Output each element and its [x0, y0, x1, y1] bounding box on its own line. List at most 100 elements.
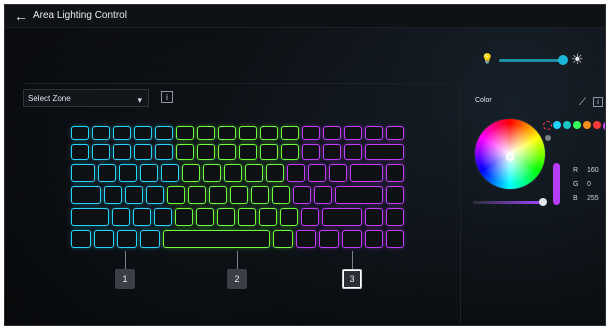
- key[interactable]: [365, 144, 404, 160]
- preset-none[interactable]: [543, 121, 552, 130]
- rgb-g-value[interactable]: 0: [587, 181, 591, 188]
- key[interactable]: [176, 144, 194, 160]
- key[interactable]: [71, 164, 95, 182]
- key[interactable]: [104, 186, 122, 204]
- back-arrow-icon[interactable]: ←: [13, 8, 29, 24]
- key[interactable]: [386, 164, 404, 182]
- key[interactable]: [203, 164, 221, 182]
- eyedropper-icon[interactable]: ⟋: [579, 97, 586, 108]
- key[interactable]: [273, 230, 293, 248]
- key[interactable]: [133, 208, 151, 226]
- key[interactable]: [218, 144, 236, 160]
- preset-cyan[interactable]: [553, 121, 561, 129]
- key[interactable]: [154, 208, 172, 226]
- key[interactable]: [239, 126, 257, 140]
- key[interactable]: [155, 126, 173, 140]
- key[interactable]: [224, 164, 242, 182]
- key[interactable]: [302, 144, 320, 160]
- key[interactable]: [161, 164, 179, 182]
- rgb-r-value[interactable]: 160: [587, 167, 599, 174]
- key[interactable]: [113, 144, 131, 160]
- key[interactable]: [386, 230, 404, 248]
- key[interactable]: [112, 208, 130, 226]
- preset-red[interactable]: [593, 121, 601, 129]
- key[interactable]: [308, 164, 326, 182]
- key[interactable]: [71, 144, 89, 160]
- key[interactable]: [386, 126, 404, 140]
- key[interactable]: [260, 144, 278, 160]
- spacebar-key[interactable]: [163, 230, 270, 248]
- key[interactable]: [386, 208, 404, 226]
- key[interactable]: [342, 230, 362, 248]
- key[interactable]: [230, 186, 248, 204]
- key[interactable]: [71, 126, 89, 140]
- key[interactable]: [329, 164, 347, 182]
- key[interactable]: [140, 164, 158, 182]
- preset-green[interactable]: [573, 121, 581, 129]
- preset-teal[interactable]: [563, 121, 571, 129]
- hue-slider-track[interactable]: [473, 201, 543, 204]
- key[interactable]: [119, 164, 137, 182]
- key[interactable]: [196, 208, 214, 226]
- key[interactable]: [323, 126, 341, 140]
- key[interactable]: [251, 186, 269, 204]
- key[interactable]: [98, 164, 116, 182]
- key[interactable]: [92, 144, 110, 160]
- key[interactable]: [280, 208, 298, 226]
- key[interactable]: [197, 126, 215, 140]
- key[interactable]: [296, 230, 316, 248]
- key[interactable]: [155, 144, 173, 160]
- key[interactable]: [350, 164, 383, 182]
- zone-button-3[interactable]: 3: [342, 269, 362, 289]
- preset-purple-selected[interactable]: [603, 121, 605, 131]
- key[interactable]: [197, 144, 215, 160]
- key[interactable]: [182, 164, 200, 182]
- key[interactable]: [176, 126, 194, 140]
- key[interactable]: [92, 126, 110, 140]
- key[interactable]: [260, 126, 278, 140]
- key[interactable]: [134, 126, 152, 140]
- info-icon[interactable]: i: [161, 91, 173, 103]
- key[interactable]: [134, 144, 152, 160]
- key[interactable]: [272, 186, 290, 204]
- preset-orange[interactable]: [583, 121, 591, 129]
- key[interactable]: [323, 144, 341, 160]
- key[interactable]: [239, 144, 257, 160]
- key[interactable]: [259, 208, 277, 226]
- key[interactable]: [167, 186, 185, 204]
- key[interactable]: [113, 126, 131, 140]
- zone-button-1[interactable]: 1: [115, 269, 135, 289]
- key[interactable]: [293, 186, 311, 204]
- key[interactable]: [301, 208, 319, 226]
- key[interactable]: [188, 186, 206, 204]
- key[interactable]: [287, 164, 305, 182]
- color-wheel-handle[interactable]: [506, 153, 514, 161]
- brightness-slider-track[interactable]: [499, 59, 563, 62]
- key[interactable]: [175, 208, 193, 226]
- key[interactable]: [125, 186, 143, 204]
- key[interactable]: [117, 230, 137, 248]
- key[interactable]: [209, 186, 227, 204]
- key[interactable]: [71, 208, 109, 226]
- brightness-control[interactable]: 💡 ☀: [481, 51, 591, 69]
- key[interactable]: [245, 164, 263, 182]
- key[interactable]: [365, 126, 383, 140]
- key[interactable]: [314, 186, 332, 204]
- zone-select[interactable]: Select Zone ▾: [23, 89, 149, 107]
- info-icon[interactable]: i: [593, 97, 603, 107]
- key[interactable]: [238, 208, 256, 226]
- key[interactable]: [302, 126, 320, 140]
- key[interactable]: [140, 230, 160, 248]
- key[interactable]: [94, 230, 114, 248]
- key[interactable]: [281, 126, 299, 140]
- key[interactable]: [365, 208, 383, 226]
- key[interactable]: [218, 126, 236, 140]
- key[interactable]: [386, 186, 404, 204]
- key[interactable]: [71, 230, 91, 248]
- rgb-b-value[interactable]: 255: [587, 195, 599, 202]
- key[interactable]: [266, 164, 284, 182]
- key[interactable]: [344, 144, 362, 160]
- zone-button-2[interactable]: 2: [227, 269, 247, 289]
- key[interactable]: [322, 208, 362, 226]
- key[interactable]: [335, 186, 383, 204]
